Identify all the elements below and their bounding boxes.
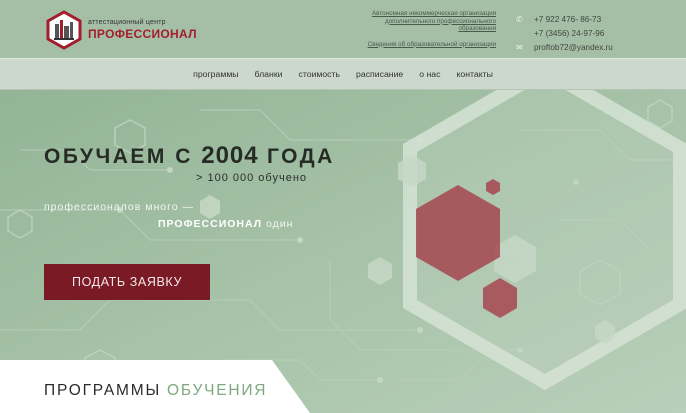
programs-section-title: ПРОГРАММЫ ОБУЧЕНИЯ	[44, 382, 267, 400]
hero-subtitle: > 100 000 обучено	[196, 172, 308, 184]
submit-application-button[interactable]: ПОДАТЬ ЗАЯВКУ	[44, 264, 210, 300]
contact-phone-1[interactable]: ✆ +7 922 476- 86-73	[516, 12, 613, 26]
hero-section: ОБУЧАЕМ С 2004 ГОДА > 100 000 обучено пр…	[0, 90, 686, 413]
hero-tagline-rest: один	[266, 218, 294, 230]
org-line-1[interactable]: Автономная некоммерческая организация	[336, 10, 496, 18]
hero-title: ОБУЧАЕМ С 2004 ГОДА	[44, 142, 335, 170]
contact-email[interactable]: ✉ proftob72@yandex.ru	[516, 40, 613, 54]
nav-item-schedule[interactable]: расписание	[356, 69, 403, 79]
hero-title-suffix: ГОДА	[266, 145, 335, 168]
logo-subtitle: аттестационный центр	[88, 19, 166, 26]
contacts: ✆ +7 922 476- 86-73 +7 (3456) 24-97-96 ✉…	[516, 12, 613, 54]
hero-tagline-1: профессионалов много —	[44, 201, 194, 213]
contact-phone-2[interactable]: +7 (3456) 24-97-96	[516, 26, 613, 40]
hero-title-year: 2004	[201, 142, 259, 169]
main-nav: программы бланки стоимость расписание о …	[0, 58, 686, 90]
email-text: proftob72@yandex.ru	[534, 42, 613, 52]
hero-title-prefix: ОБУЧАЕМ С	[44, 145, 193, 168]
nav-item-forms[interactable]: бланки	[255, 69, 283, 79]
hero-tagline-2: ПРОФЕССИОНАЛ один	[158, 218, 293, 230]
org-info: Автономная некоммерческая организация до…	[336, 10, 496, 48]
nav-item-pricing[interactable]: стоимость	[298, 69, 340, 79]
hero-background-graphic	[0, 90, 686, 413]
programs-title-b: ОБУЧЕНИЯ	[166, 382, 268, 399]
nav-item-programs[interactable]: программы	[193, 69, 238, 79]
org-line-2[interactable]: дополнительного профессионального	[336, 18, 496, 26]
phone-1-text: +7 922 476- 86-73	[534, 14, 602, 24]
hero-tagline-bold: ПРОФЕССИОНАЛ	[158, 218, 263, 230]
logo-hexagon-icon	[46, 10, 82, 50]
logo[interactable]: аттестационный центр ПРОФЕССИОНАЛ	[44, 10, 197, 50]
org-details-link[interactable]: Сведения об образовательной организации	[336, 41, 496, 48]
org-line-3[interactable]: образования	[336, 25, 496, 33]
site-header: аттестационный центр ПРОФЕССИОНАЛ Автоно…	[0, 0, 686, 58]
phone-icon: ✆	[516, 14, 523, 24]
logo-title: ПРОФЕССИОНАЛ	[88, 27, 197, 41]
nav-item-contacts[interactable]: контакты	[456, 69, 492, 79]
programs-title-a: ПРОГРАММЫ	[44, 382, 161, 399]
envelope-icon: ✉	[516, 42, 523, 52]
phone-2-text: +7 (3456) 24-97-96	[534, 28, 605, 38]
nav-item-about[interactable]: о нас	[419, 69, 440, 79]
